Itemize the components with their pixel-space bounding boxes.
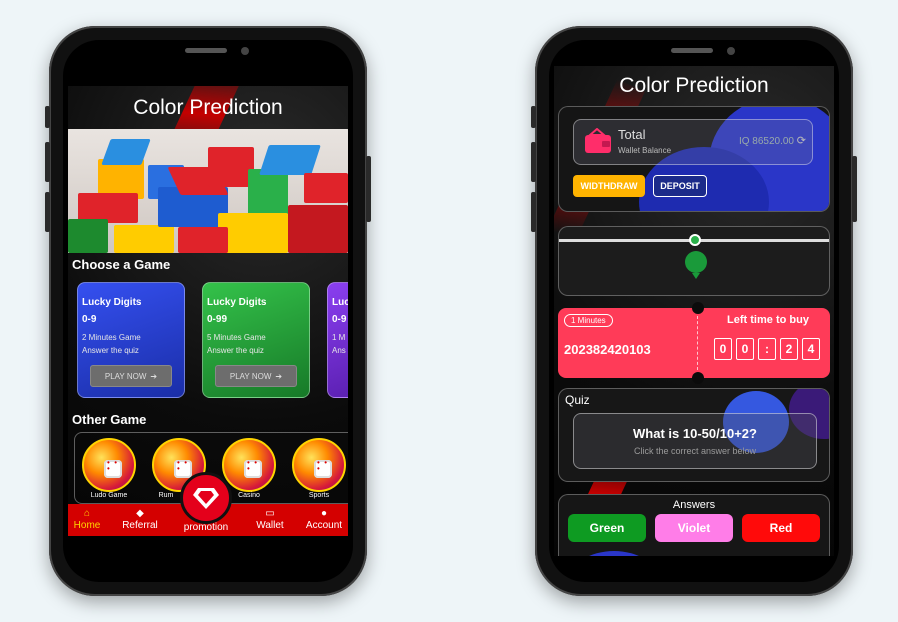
wallet-title: Total xyxy=(618,127,646,142)
side-button xyxy=(366,156,371,222)
answers-label: Answers xyxy=(672,499,716,511)
diamond-icon xyxy=(193,488,219,509)
withdraw-button[interactable]: WIDTHDRAW xyxy=(573,175,645,197)
tag-icon: ◆ xyxy=(136,508,144,519)
casino-game-icon[interactable] xyxy=(222,438,276,492)
front-camera xyxy=(241,47,249,55)
nav-label: Account xyxy=(305,520,343,531)
timer-digit: 4 xyxy=(802,338,820,360)
progress-handle[interactable] xyxy=(689,234,701,246)
timer-digit: 2 xyxy=(780,338,798,360)
side-button xyxy=(45,106,50,128)
wallet-icon: ▭ xyxy=(265,508,275,519)
game-title: Luc xyxy=(332,297,348,308)
speaker-grille xyxy=(185,48,227,53)
game-title: Lucky Digits xyxy=(82,297,142,308)
quiz-panel: Quiz What is 10-50/10+2? Click the corre… xyxy=(558,388,830,482)
game-description: Ans xyxy=(332,346,346,355)
game-caption: Sports xyxy=(308,492,330,499)
period-id: 202382420103 xyxy=(564,342,651,357)
timer-separator: : xyxy=(758,338,776,360)
location-pin-icon xyxy=(685,251,707,273)
home-screen: Color Prediction Choose a Game Lucky Dig… xyxy=(68,86,348,536)
play-now-button[interactable]: PLAY NOW ➔ xyxy=(90,365,172,387)
game-card-lucky-digits-0-99[interactable]: Lucky Digits 0-99 5 Minutes Game Answer … xyxy=(202,282,310,398)
side-button xyxy=(531,192,536,232)
hero-banner-image xyxy=(68,129,348,253)
home-icon: ⌂ xyxy=(83,508,91,519)
deposit-button[interactable]: DEPOSIT xyxy=(653,175,707,197)
game-duration: 2 Minutes Game xyxy=(82,333,141,342)
side-button xyxy=(531,106,536,128)
user-icon: ● xyxy=(320,508,328,519)
nav-label: Wallet xyxy=(256,520,284,531)
quiz-hint: Click the correct answer below xyxy=(633,446,757,456)
game-caption: Ludo Game xyxy=(90,492,128,499)
side-button xyxy=(531,142,536,182)
nav-item-account[interactable]: ● Account xyxy=(302,508,346,531)
game-duration: 5 Minutes Game xyxy=(207,333,266,342)
game-card-partial[interactable]: Luc 0-9 1 M Ans xyxy=(327,282,348,398)
side-button xyxy=(45,192,50,232)
speaker-grille xyxy=(671,48,713,53)
ludo-game-icon[interactable] xyxy=(82,438,136,492)
game-range: 0-9 xyxy=(82,314,97,325)
nav-item-referral[interactable]: ◆ Referral xyxy=(118,508,162,531)
timer-digit: 0 xyxy=(736,338,754,360)
arrow-right-icon: ➔ xyxy=(150,371,158,381)
wallet-icon xyxy=(585,128,611,153)
game-caption: Rum xyxy=(158,492,174,499)
quiz-question: What is 10-50/10+2? xyxy=(633,426,757,441)
nav-item-home[interactable]: ⌂ Home xyxy=(72,508,102,531)
nav-label: Home xyxy=(73,520,101,531)
play-now-label: PLAY NOW xyxy=(104,371,147,381)
play-now-label: PLAY NOW xyxy=(229,371,272,381)
promotion-button[interactable] xyxy=(180,472,232,524)
wallet-amount: IQ 86520.00 xyxy=(738,136,794,147)
answer-red-button[interactable]: Red xyxy=(742,514,820,542)
arrow-right-icon: ➔ xyxy=(275,371,283,381)
page-title: Color Prediction xyxy=(619,74,769,97)
timer-digit: 0 xyxy=(714,338,732,360)
game-card-lucky-digits-0-9[interactable]: Lucky Digits 0-9 2 Minutes Game Answer t… xyxy=(77,282,185,398)
wallet-subtitle: Wallet Balance xyxy=(618,146,672,155)
refresh-icon[interactable]: ⟳ xyxy=(797,134,806,147)
round-duration-badge: 1 Minutes xyxy=(564,314,613,327)
progress-panel xyxy=(558,226,830,296)
game-description: Answer the quiz xyxy=(207,346,264,355)
time-left-label: Left time to buy xyxy=(727,314,809,326)
section-title-choose-game: Choose a Game xyxy=(72,257,171,272)
front-camera xyxy=(727,47,735,55)
wallet-balance-box: Total Wallet Balance IQ 86520.00 ⟳ xyxy=(573,119,813,165)
section-title-other-game: Other Game xyxy=(72,412,147,427)
page-title: Color Prediction xyxy=(133,96,283,119)
answer-green-button[interactable]: Green xyxy=(568,514,646,542)
quiz-label: Quiz xyxy=(565,393,590,407)
quiz-question-box: What is 10-50/10+2? Click the correct an… xyxy=(573,413,817,469)
sports-game-icon[interactable] xyxy=(292,438,346,492)
wallet-panel: Total Wallet Balance IQ 86520.00 ⟳ WIDTH… xyxy=(558,106,830,212)
side-button xyxy=(852,156,857,222)
game-title: Lucky Digits xyxy=(207,297,267,308)
game-range: 0-9 xyxy=(332,314,347,325)
game-range: 0-99 xyxy=(207,314,228,325)
nav-item-wallet[interactable]: ▭ Wallet xyxy=(250,508,290,531)
game-duration: 1 M xyxy=(332,333,346,342)
answer-violet-button[interactable]: Violet xyxy=(655,514,733,542)
nav-label: Referral xyxy=(122,520,158,531)
game-screen: Color Prediction Total Wallet Balance IQ… xyxy=(554,66,834,556)
side-button xyxy=(45,142,50,182)
game-description: Answer the quiz xyxy=(82,346,139,355)
play-now-button[interactable]: PLAY NOW ➔ xyxy=(215,365,297,387)
decor-circle xyxy=(569,551,659,556)
